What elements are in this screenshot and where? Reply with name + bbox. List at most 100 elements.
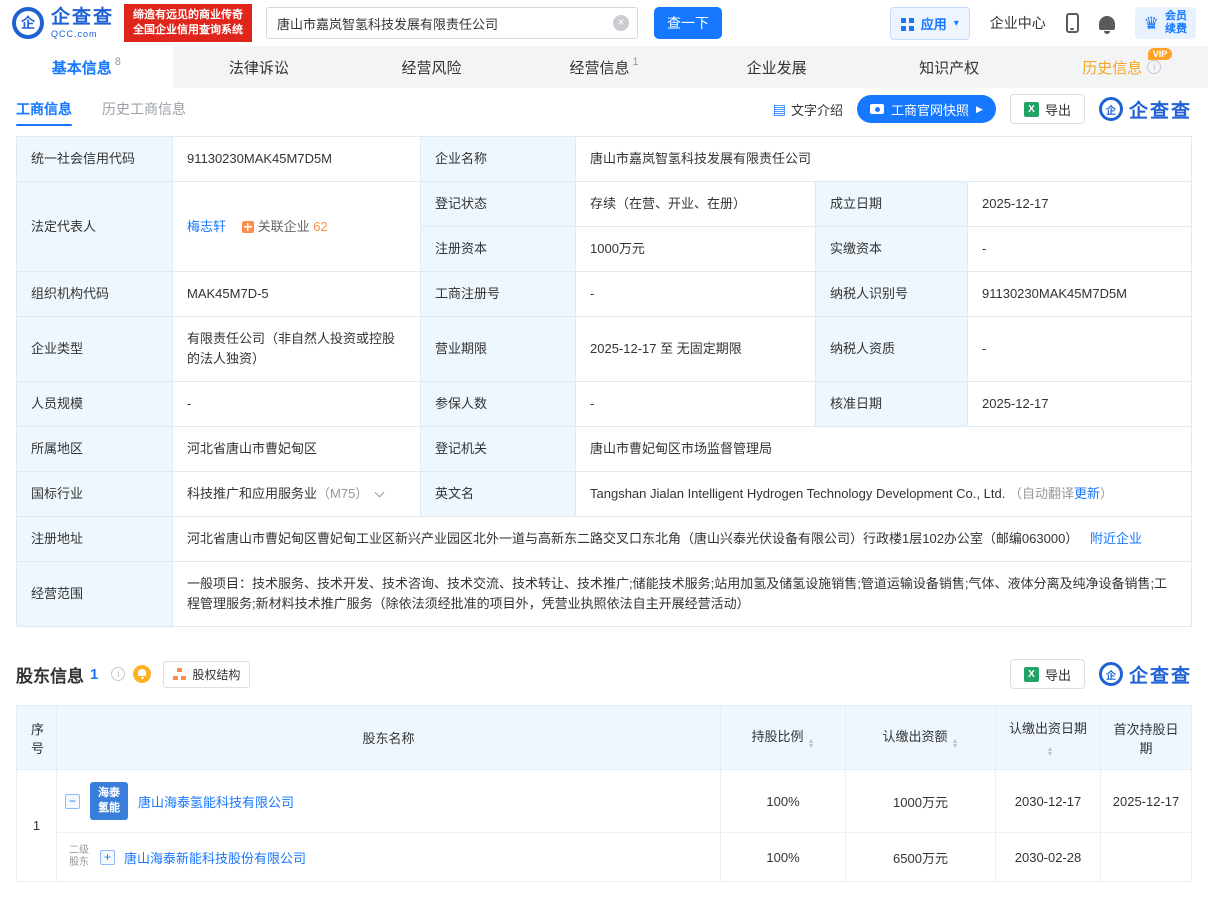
document-icon [773, 102, 786, 116]
field-label-business-scope: 经营范围 [17, 562, 173, 627]
col-header-date[interactable]: 认缴出资日期 [996, 706, 1101, 770]
official-website-snapshot-button[interactable]: 工商官网快照 [857, 95, 996, 123]
field-label-business-term: 营业期限 [421, 317, 576, 382]
shareholder-company-link[interactable]: 唐山海泰氢能科技有限公司 [138, 792, 294, 811]
enterprise-center-link[interactable]: 企业中心 [990, 13, 1046, 33]
tab-intellectual-property[interactable]: 知识产权 [863, 46, 1036, 88]
mobile-app-icon[interactable] [1066, 13, 1079, 33]
vip-renewal-button[interactable]: 会员 续费 [1135, 7, 1196, 39]
export-button[interactable]: 导出 [1010, 659, 1085, 689]
tab-legal-litigation[interactable]: 法律诉讼 [173, 46, 346, 88]
related-companies-icon [242, 221, 254, 233]
field-value-registration-authority: 唐山市曹妃甸区市场监督管理局 [576, 427, 1192, 472]
col-header-ratio[interactable]: 持股比例 [721, 706, 846, 770]
related-companies-link[interactable]: 关联企业 62 [242, 219, 328, 234]
business-info-table: 统一社会信用代码 91130230MAK45M7D5M 企业名称 唐山市嘉岚智氢… [16, 136, 1192, 627]
field-value-industry: 科技推广和应用服务业（M75） [173, 472, 421, 517]
field-label-company-name: 企业名称 [421, 137, 576, 182]
shareholders-header-row: 序号 股东名称 持股比例 认缴出资额 认缴出资日期 首次持股日期 [17, 706, 1192, 770]
expand-button[interactable] [100, 850, 115, 865]
sort-icon[interactable] [1047, 747, 1054, 757]
search-button[interactable]: 查一下 [654, 7, 722, 39]
field-label-taxpayer-id: 纳税人识别号 [816, 272, 968, 317]
shareholder-ratio: 100% [721, 833, 846, 882]
excel-icon [1024, 102, 1039, 117]
clear-search-icon[interactable] [613, 15, 629, 31]
notification-bell-icon[interactable] [1099, 16, 1115, 30]
field-label-english-name: 英文名 [421, 472, 576, 517]
equity-structure-button[interactable]: 股权结构 [163, 661, 250, 688]
nearby-companies-link[interactable]: 附近企业 [1090, 531, 1142, 546]
info-icon [1147, 60, 1161, 74]
shareholders-actions: 导出 企查查 [1010, 659, 1192, 689]
translation-update-link[interactable]: 更新 [1074, 486, 1100, 501]
logo-name: 企查查 [51, 8, 114, 27]
sort-icon[interactable] [952, 739, 959, 749]
shareholder-date: 2030-02-28 [996, 833, 1101, 882]
chevron-down-icon[interactable] [375, 488, 385, 498]
tab-operation-risk[interactable]: 经营风险 [345, 46, 518, 88]
tab-badge: 8 [115, 56, 121, 68]
qcc-logo-icon [1099, 97, 1123, 121]
field-label-registered-address: 注册地址 [17, 517, 173, 562]
field-value-insured-count: - [576, 382, 816, 427]
subtab-business-info[interactable]: 工商信息 [16, 88, 72, 130]
shareholder-ratio: 100% [721, 770, 846, 833]
subtab-history-business-info[interactable]: 历史工商信息 [102, 88, 186, 130]
qcc-logo-icon [12, 7, 44, 39]
apps-label: 应用 [921, 14, 947, 33]
field-label-staff-size: 人员规模 [17, 382, 173, 427]
field-label-establish-date: 成立日期 [816, 182, 968, 227]
legal-representative-link[interactable]: 梅志轩 [187, 219, 226, 234]
slogan-line-1: 缔造有远见的商业传奇 [133, 8, 243, 23]
org-chart-icon [173, 668, 186, 681]
field-value-english-name: Tangshan Jialan Intelligent Hydrogen Tec… [576, 472, 1192, 517]
sub-navigation: 工商信息 历史工商信息 文字介绍 工商官网快照 导出 企查查 [0, 88, 1208, 130]
qcc-logo[interactable]: 企查查 QCC.com [12, 7, 114, 39]
vip-badge: VIP [1148, 48, 1173, 60]
shareholder-company-link[interactable]: 唐山海泰新能科技股份有限公司 [124, 848, 306, 867]
top-right-nav: 应用 企业中心 会员 续费 [890, 7, 1196, 40]
field-label-company-type: 企业类型 [17, 317, 173, 382]
shareholder-amount: 1000万元 [846, 770, 996, 833]
shareholder-name-cell: 海泰 氢能 唐山海泰氢能科技有限公司 [57, 770, 721, 833]
tab-history-info[interactable]: VIP 历史信息 [1035, 46, 1208, 88]
field-label-registered-capital: 注册资本 [421, 227, 576, 272]
shareholder-first-date: 2025-12-17 [1101, 770, 1192, 833]
shareholders-count: 1 [90, 666, 98, 683]
search-input[interactable] [266, 7, 638, 39]
slogan-banner: 缔造有远见的商业传奇 全国企业信用查询系统 [124, 4, 252, 42]
field-label-industry: 国标行业 [17, 472, 173, 517]
search-box [266, 7, 638, 39]
col-header-amount[interactable]: 认缴出资额 [846, 706, 996, 770]
field-value-taxpayer-id: 91130230MAK45M7D5M [968, 272, 1192, 317]
vip-renewal-label: 会员 续费 [1165, 10, 1187, 36]
field-value-region: 河北省唐山市曹妃甸区 [173, 427, 421, 472]
top-header: 企查查 QCC.com 缔造有远见的商业传奇 全国企业信用查询系统 查一下 应用… [0, 0, 1208, 46]
apps-menu-button[interactable]: 应用 [890, 7, 970, 40]
field-value-registered-capital: 1000万元 [576, 227, 816, 272]
collapse-button[interactable] [65, 794, 80, 809]
qcc-watermark: 企查查 [1099, 661, 1192, 688]
info-icon [111, 667, 125, 681]
field-label-credit-code: 统一社会信用代码 [17, 137, 173, 182]
qcc-watermark: 企查查 [1099, 96, 1192, 123]
shareholders-title: 股东信息 [16, 662, 84, 687]
crown-icon [1144, 15, 1159, 32]
field-value-legal-representative: 梅志轩 关联企业 62 [173, 182, 421, 272]
tab-company-development[interactable]: 企业发展 [690, 46, 863, 88]
sort-icon[interactable] [808, 739, 815, 749]
export-button[interactable]: 导出 [1010, 94, 1085, 124]
field-value-org-code: MAK45M7D-5 [173, 272, 421, 317]
shareholders-table: 序号 股东名称 持股比例 认缴出资额 认缴出资日期 首次持股日期 1 海泰 氢能… [16, 705, 1192, 882]
field-label-registration-number: 工商注册号 [421, 272, 576, 317]
tab-operation-info[interactable]: 经营信息1 [518, 46, 691, 88]
tab-basic-info[interactable]: 基本信息8 [0, 46, 173, 88]
main-content: 统一社会信用代码 91130230MAK45M7D5M 企业名称 唐山市嘉岚智氢… [0, 130, 1208, 882]
field-label-taxpayer-quality: 纳税人资质 [816, 317, 968, 382]
subscribe-bell-icon[interactable] [133, 665, 151, 683]
field-label-legal-representative: 法定代表人 [17, 182, 173, 272]
text-intro-link[interactable]: 文字介绍 [773, 100, 843, 119]
shareholder-amount: 6500万元 [846, 833, 996, 882]
apps-grid-icon [901, 17, 914, 30]
